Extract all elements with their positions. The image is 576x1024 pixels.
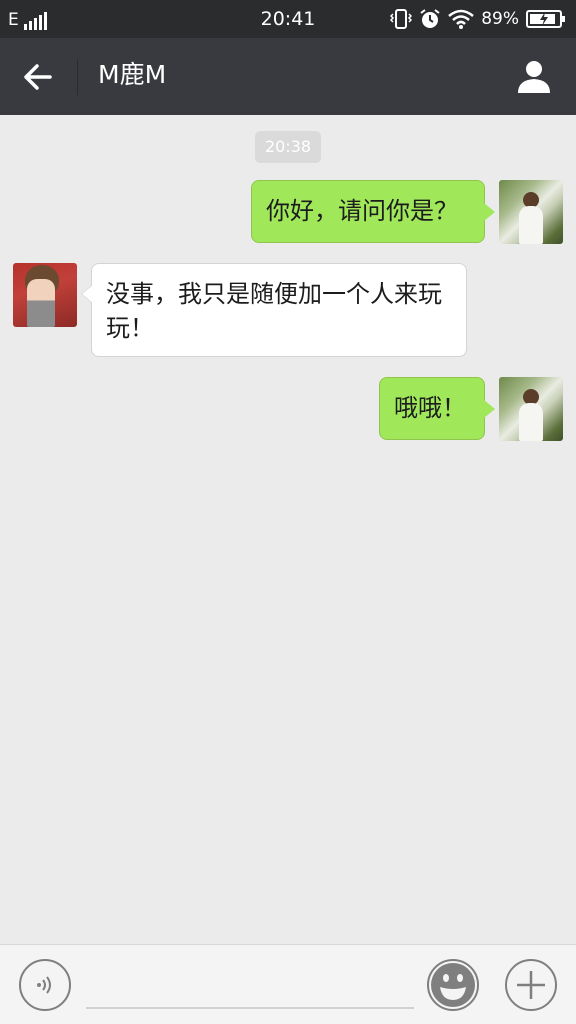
plus-icon [517, 971, 545, 999]
battery-charging-icon [526, 10, 565, 28]
status-bar: E 20:41 89% [0, 0, 576, 38]
received-message-bubble[interactable]: 没事，我只是随便加一个人来玩玩！ [81, 263, 467, 357]
my-avatar[interactable] [499, 180, 563, 244]
sent-message-bubble[interactable]: 你好，请问你是？ [251, 180, 495, 243]
title-divider [77, 59, 78, 95]
status-icons: 89% [390, 6, 565, 32]
voice-icon [37, 976, 51, 994]
back-button[interactable] [18, 58, 58, 96]
battery-percent: 89% [481, 9, 519, 29]
sent-message-bubble[interactable]: 哦哦！ [379, 377, 495, 440]
message-text-input[interactable] [86, 959, 414, 1009]
alarm-icon [420, 9, 440, 28]
contact-profile-button[interactable] [514, 56, 554, 96]
emoji-button[interactable] [427, 959, 479, 1011]
vibrate-icon [390, 9, 413, 29]
chat-title: M鹿M [98, 60, 167, 89]
voice-input-button[interactable] [19, 959, 71, 1011]
person-icon [518, 61, 550, 93]
wifi-icon [448, 9, 475, 29]
back-arrow-icon [24, 64, 52, 90]
contact-avatar[interactable] [13, 263, 77, 327]
my-avatar[interactable] [499, 377, 563, 441]
chat-header: M鹿M [0, 38, 576, 115]
emoji-icon [431, 963, 475, 1007]
more-options-button[interactable] [505, 959, 557, 1011]
message-input-bar [0, 944, 576, 1024]
message-timestamp: 20:38 [255, 131, 321, 163]
